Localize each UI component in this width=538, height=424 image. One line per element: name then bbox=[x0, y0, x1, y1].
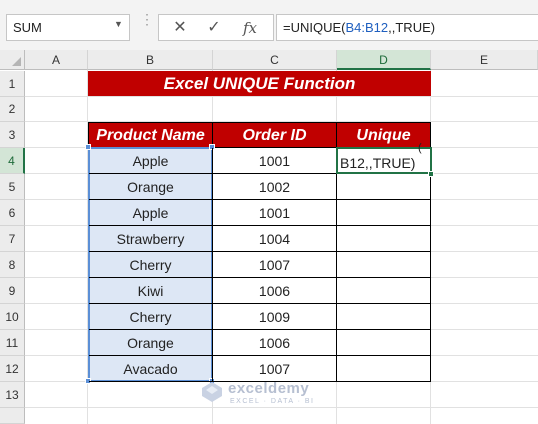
order-id-cell[interactable]: 1006 bbox=[213, 278, 337, 304]
insert-function-button[interactable]: fx bbox=[237, 18, 263, 38]
row-header-12[interactable]: 12 bbox=[0, 356, 25, 382]
cell-overflow-text: ( bbox=[418, 142, 422, 154]
drag-handle-icon[interactable]: ⋮ bbox=[140, 12, 154, 36]
row-header-2[interactable]: 2 bbox=[0, 97, 25, 122]
enter-check-icon[interactable]: ✓ bbox=[201, 18, 227, 38]
order-id-cell[interactable]: 1001 bbox=[213, 200, 337, 226]
formula-prefix: =UNIQUE( bbox=[283, 20, 346, 35]
gridline bbox=[25, 407, 538, 408]
fill-handle[interactable] bbox=[428, 171, 434, 177]
row-header-8[interactable]: 8 bbox=[0, 252, 25, 278]
order-id-cell[interactable]: 1001 bbox=[213, 148, 337, 174]
order-id-cell[interactable]: 1007 bbox=[213, 252, 337, 278]
gridline bbox=[25, 96, 538, 97]
column-header-c[interactable]: C bbox=[213, 50, 337, 70]
row-header-9[interactable]: 9 bbox=[0, 278, 25, 304]
order-id-cell[interactable]: 1002 bbox=[213, 174, 337, 200]
formula-range-ref: B4:B12 bbox=[345, 20, 389, 35]
row-header-5[interactable]: 5 bbox=[0, 174, 25, 200]
column-header-e[interactable]: E bbox=[431, 50, 538, 70]
row-header-1[interactable]: 1 bbox=[0, 71, 25, 97]
order-id-cell[interactable]: 1009 bbox=[213, 304, 337, 330]
unique-cell[interactable] bbox=[337, 252, 431, 278]
row-header-6[interactable]: 6 bbox=[0, 200, 25, 226]
select-all-triangle-icon bbox=[12, 57, 21, 66]
row-header-10[interactable]: 10 bbox=[0, 304, 25, 330]
row-header-14[interactable] bbox=[0, 408, 25, 424]
unique-cell[interactable] bbox=[337, 174, 431, 200]
unique-cell[interactable] bbox=[337, 278, 431, 304]
cancel-icon[interactable]: ✕ bbox=[167, 18, 193, 38]
chevron-down-icon[interactable]: ▼ bbox=[114, 19, 124, 31]
row-header-7[interactable]: 7 bbox=[0, 226, 25, 252]
name-box[interactable]: SUM bbox=[6, 14, 130, 41]
product-cell[interactable]: Avacado bbox=[89, 356, 213, 382]
exceldemy-logo-icon bbox=[202, 382, 222, 402]
column-header-d[interactable]: D bbox=[337, 50, 431, 70]
product-cell[interactable]: Cherry bbox=[89, 304, 213, 330]
product-cell[interactable]: Strawberry bbox=[89, 226, 213, 252]
header-unique[interactable]: Unique bbox=[337, 123, 431, 148]
sheet-title[interactable]: Excel UNIQUE Function bbox=[88, 71, 431, 96]
row-header-3[interactable]: 3 bbox=[0, 122, 25, 148]
order-id-cell[interactable]: 1007 bbox=[213, 356, 337, 382]
active-cell-edit-text[interactable]: B12,,TRUE) bbox=[340, 155, 415, 171]
column-header-a[interactable]: A bbox=[25, 50, 88, 70]
unique-cell[interactable] bbox=[337, 304, 431, 330]
header-order-id[interactable]: Order ID bbox=[213, 123, 337, 148]
formula-buttons: ✕ ✓ fx bbox=[158, 14, 274, 41]
watermark-name: exceldemy bbox=[228, 380, 310, 397]
row-header-13[interactable]: 13 bbox=[0, 382, 25, 408]
unique-cell[interactable] bbox=[337, 356, 431, 382]
header-product-name[interactable]: Product Name bbox=[89, 123, 213, 148]
product-cell[interactable]: Apple bbox=[89, 148, 213, 174]
unique-cell[interactable] bbox=[337, 200, 431, 226]
unique-cell[interactable] bbox=[337, 330, 431, 356]
product-cell[interactable]: Cherry bbox=[89, 252, 213, 278]
watermark-tagline: EXCEL · DATA · BI bbox=[230, 398, 315, 405]
product-cell[interactable]: Kiwi bbox=[89, 278, 213, 304]
product-cell[interactable]: Orange bbox=[89, 330, 213, 356]
unique-cell[interactable] bbox=[337, 226, 431, 252]
order-id-cell[interactable]: 1006 bbox=[213, 330, 337, 356]
product-cell[interactable]: Apple bbox=[89, 200, 213, 226]
order-id-cell[interactable]: 1004 bbox=[213, 226, 337, 252]
row-header-4[interactable]: 4 bbox=[0, 148, 25, 174]
row-header-11[interactable]: 11 bbox=[0, 330, 25, 356]
product-cell[interactable]: Orange bbox=[89, 174, 213, 200]
column-header-b[interactable]: B bbox=[88, 50, 213, 70]
formula-input[interactable]: =UNIQUE(B4:B12,,TRUE) bbox=[276, 14, 538, 41]
formula-suffix: ,,TRUE) bbox=[388, 20, 436, 35]
